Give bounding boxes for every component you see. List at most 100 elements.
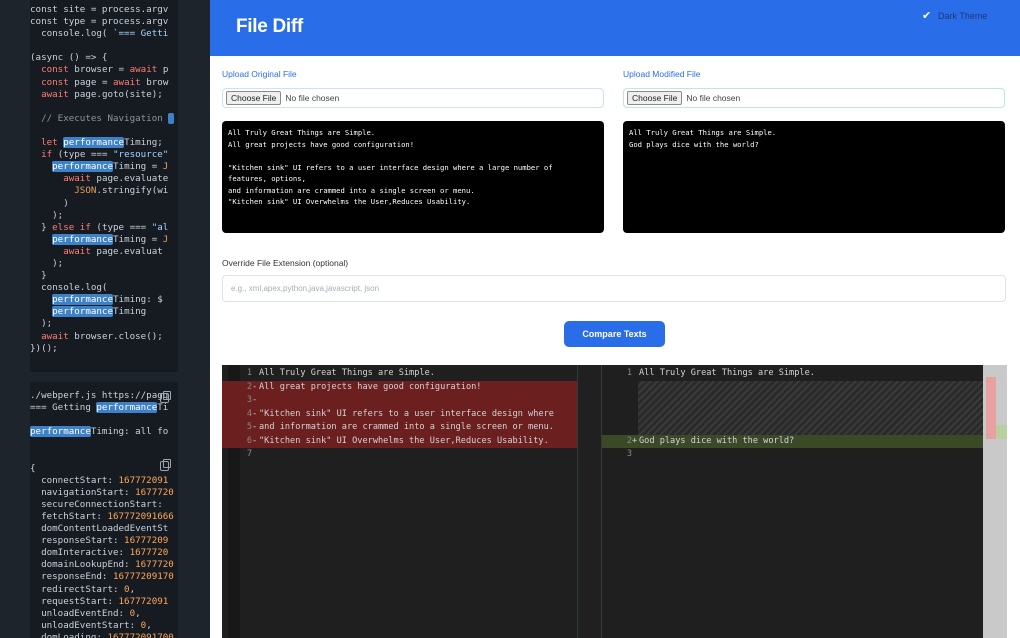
code-token: p <box>157 64 169 76</box>
compare-texts-button[interactable]: Compare Texts <box>564 321 665 347</box>
original-text-area[interactable]: All Truly Great Things are Simple. All g… <box>222 121 604 233</box>
modified-file-input[interactable]: Choose File No file chosen <box>623 88 1005 108</box>
code-token: Timing: $ <box>113 294 163 306</box>
diff-line-text: All great projects have good configurati… <box>259 381 482 392</box>
modified-text-area[interactable]: All Truly Great Things are Simple. God p… <box>623 121 1005 233</box>
code-token: redirectStart: <box>30 583 125 595</box>
code-token: requestStart: <box>30 595 119 607</box>
code-token: navigationStart: <box>30 486 136 498</box>
diff-line-text: All Truly Great Things are Simple. <box>639 368 815 378</box>
code-line: const browser = await p <box>30 64 178 76</box>
diff-line-removed: 3- <box>222 394 577 408</box>
code-token: const site = process.argv <box>30 4 169 15</box>
diff-view: 1 All Truly Great Things are Simple. 2- Al… <box>222 365 1007 638</box>
highlighted-token: performance <box>52 294 113 306</box>
diff-line-sign: - <box>252 395 258 405</box>
dark-theme-label: Dark Theme <box>938 11 988 21</box>
code-token: } <box>30 221 53 233</box>
code-line: performanceTiming = J <box>30 161 178 173</box>
diff-original-pane: 1 All Truly Great Things are Simple. 2- Al… <box>222 365 601 638</box>
code-token: (type === <box>90 221 152 233</box>
code-token: 1677720 <box>129 547 169 559</box>
code-token: 16777209170 <box>112 571 174 583</box>
diff-line-sign: - <box>252 422 258 432</box>
code-token: `=== Getti <box>112 28 169 40</box>
copy-icon[interactable] <box>160 459 171 471</box>
diff-line-same: 7 <box>222 448 577 462</box>
code-token: let <box>41 137 58 149</box>
code-line: ); <box>30 210 178 222</box>
code-line: unloadEventStart: 0, <box>30 620 178 632</box>
code-line: console.log( `=== Getti <box>30 28 178 40</box>
diff-line-number: 2 <box>246 381 252 392</box>
code-line: await page.evaluate <box>30 173 178 185</box>
highlighted-token <box>168 112 174 124</box>
code-line: secureConnectionStart: <box>30 499 178 511</box>
choose-modified-file-button[interactable]: Choose File <box>627 91 683 105</box>
code-token: J <box>162 161 169 173</box>
code-line: domContentLoadedEventSt <box>30 523 178 535</box>
original-file-input[interactable]: Choose File No file chosen <box>222 88 604 108</box>
diff-overview-scrollbar[interactable] <box>983 365 1007 638</box>
code-token: connectStart: <box>30 474 119 486</box>
diff-line-number: 3 <box>626 449 632 459</box>
diff-line-text: All Truly Great Things are Simple. <box>259 368 435 378</box>
diff-line-removed: 2- All great projects have good configura… <box>222 380 577 394</box>
code-line: performanceTiming: all fo <box>30 426 178 438</box>
code-token: ); <box>30 318 53 330</box>
code-line: ); <box>30 258 178 270</box>
code-line: const type = process.argv <box>30 16 178 28</box>
diff-line-sign: - <box>252 435 258 446</box>
choose-original-file-button[interactable]: Choose File <box>226 91 282 105</box>
code-token: await <box>63 245 91 257</box>
diff-line-same: 1 All Truly Great Things are Simple. <box>222 367 577 381</box>
checkbox-checked-icon[interactable]: ✔ <box>922 11 932 22</box>
code-line: } <box>30 270 178 282</box>
code-token: Timing = <box>113 161 163 173</box>
highlighted-token: performance <box>30 426 91 438</box>
diff-gap-placeholder <box>638 380 984 435</box>
code-token: const type = process.argv <box>30 16 169 28</box>
code-token: console.log( <box>30 28 113 40</box>
code-token: } <box>30 270 47 282</box>
diff-line-number: 5 <box>246 422 252 432</box>
diff-line-number: 7 <box>246 449 252 459</box>
code-line: performanceTiming <box>30 306 178 318</box>
code-block-output: ./webperf.js https://pagg === Getting per… <box>30 382 178 638</box>
file-extension-input[interactable] <box>222 275 1006 302</box>
code-token: JSON <box>74 185 97 197</box>
code-token: await <box>41 88 69 100</box>
dark-theme-toggle[interactable]: ✔ Dark Theme <box>922 11 988 22</box>
code-line: redirectStart: 0, <box>30 584 178 596</box>
copy-icon[interactable] <box>160 391 171 403</box>
code-token: , <box>129 583 136 595</box>
code-token: browser.close(); <box>68 330 163 342</box>
code-token: J <box>162 233 169 245</box>
highlighted-token: performance <box>96 402 158 414</box>
code-line: let performanceTiming; <box>30 137 178 149</box>
code-token: fetchStart: <box>30 510 108 522</box>
code-line: console.log( <box>30 282 178 294</box>
highlighted-token: performance <box>63 137 125 149</box>
modified-file-status: No file chosen <box>686 93 741 103</box>
highlighted-token: performance <box>52 233 113 245</box>
code-token: unloadEventEnd: <box>30 607 130 619</box>
code-token: Timing <box>113 306 147 318</box>
code-line: requestStart: 167772091 <box>30 596 178 608</box>
code-token: })(); <box>30 342 58 354</box>
diff-modified-pane: 1 All Truly Great Things are Simple. 2+ Go… <box>601 365 984 638</box>
code-line: ); <box>30 318 178 330</box>
diff-line-number: 1 <box>246 368 252 378</box>
code-token: page.evaluate <box>90 173 169 185</box>
code-block-script: const site = process.argv const type = pr… <box>30 0 178 372</box>
code-line: // Executes Navigation <box>30 112 178 125</box>
code-line: JSON.stringify(wi <box>30 185 178 197</box>
diff-line-text: "Kitchen sink" UI Overwhelms the User,Re… <box>259 435 549 446</box>
code-token: if <box>41 149 53 161</box>
